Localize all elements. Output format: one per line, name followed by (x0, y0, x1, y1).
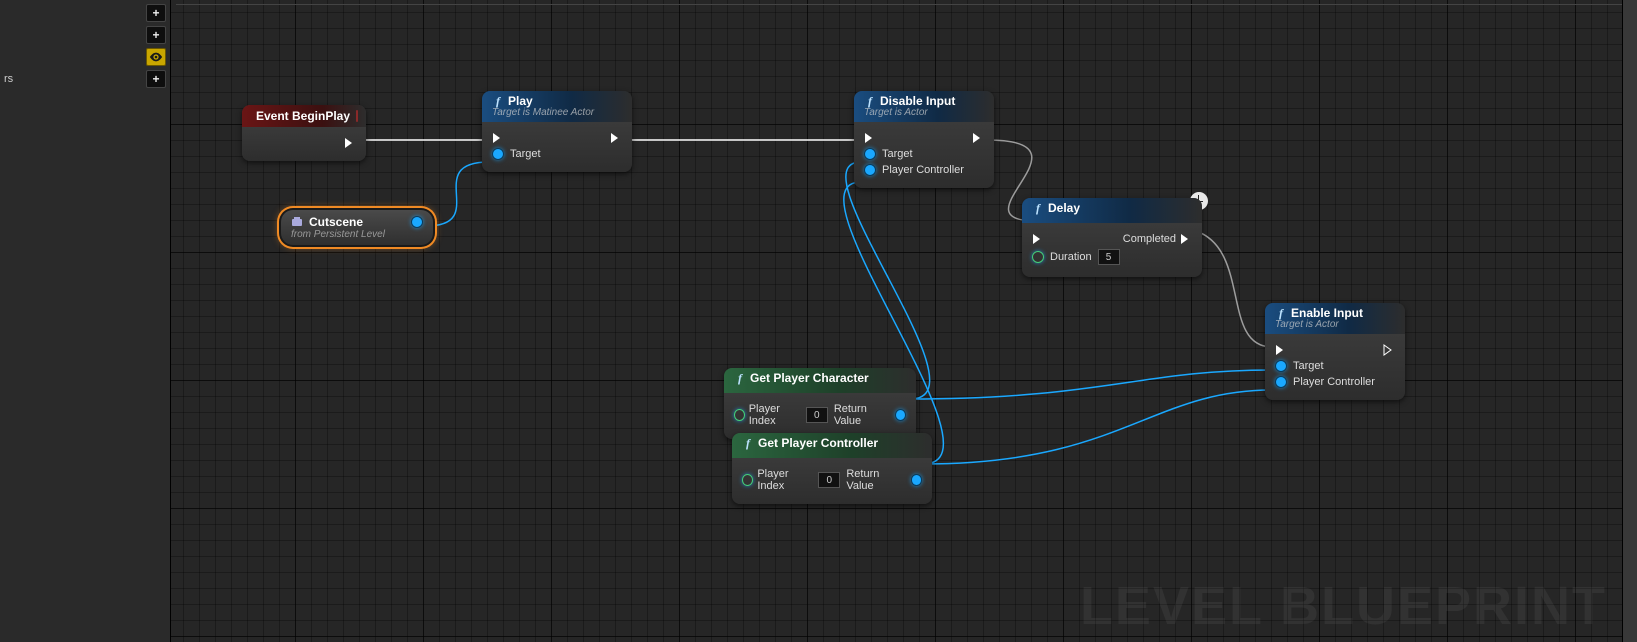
blueprint-graph-canvas[interactable]: Event BeginPlay Cutscene from Persistent… (171, 0, 1637, 642)
pin-label: Player Controller (882, 164, 964, 176)
playerindex-value-input[interactable]: 0 (806, 407, 828, 423)
node-subtitle: Target is Actor (1275, 319, 1395, 330)
playercontroller-in-pin[interactable] (864, 164, 876, 176)
node-subtitle: Target is Matinee Actor (492, 107, 622, 118)
playerindex-in-pin[interactable] (734, 409, 745, 421)
node-title: Event BeginPlay (256, 109, 350, 123)
outliner-sidebar: + + rs + (0, 0, 171, 642)
target-in-pin[interactable] (1275, 360, 1287, 372)
node-event-beginplay[interactable]: Event BeginPlay (242, 105, 366, 161)
node-title: Get Player Controller (758, 436, 878, 450)
pin-label: Target (1293, 360, 1324, 372)
node-get-player-controller[interactable]: f Get Player Controller Player Index 0 Re… (732, 433, 932, 504)
function-icon: f (492, 96, 504, 108)
exec-in-pin[interactable] (1032, 233, 1044, 245)
add-button[interactable]: + (146, 4, 166, 22)
exec-in-pin[interactable] (1275, 344, 1287, 356)
pin-label: Return Value (834, 403, 891, 427)
pin-label: Player Index (749, 403, 802, 427)
pin-label: Duration (1050, 251, 1092, 263)
function-icon: f (734, 373, 746, 385)
exec-in-pin[interactable] (864, 132, 876, 144)
playercontroller-in-pin[interactable] (1275, 376, 1287, 388)
pin-label: Completed (1123, 233, 1176, 245)
duration-in-pin[interactable] (1032, 251, 1044, 263)
target-in-pin[interactable] (492, 148, 504, 160)
node-title: Delay (1048, 201, 1080, 215)
right-gutter (1623, 0, 1637, 642)
add-button[interactable]: + (146, 70, 166, 88)
node-title: Get Player Character (750, 371, 869, 385)
playerindex-in-pin[interactable] (742, 474, 753, 486)
playerindex-value-input[interactable]: 0 (818, 472, 840, 488)
visibility-toggle[interactable] (146, 48, 166, 66)
node-get-player-character[interactable]: f Get Player Character Player Index 0 Ret… (724, 368, 916, 439)
pin-label: Target (510, 148, 541, 160)
function-icon: f (742, 438, 754, 450)
delegate-pin[interactable] (356, 110, 358, 122)
add-button[interactable]: + (146, 26, 166, 44)
matinee-icon (291, 216, 303, 228)
exec-out-pin[interactable] (1180, 233, 1192, 245)
pin-label: Return Value (846, 468, 906, 492)
pin-label: Player Index (757, 468, 814, 492)
function-icon: f (864, 96, 876, 108)
variable-name: Cutscene (309, 215, 363, 229)
exec-out-pin[interactable] (972, 132, 984, 144)
node-title: Enable Input (1291, 306, 1363, 320)
node-variable-cutscene[interactable]: Cutscene from Persistent Level (279, 208, 435, 247)
exec-out-pin[interactable] (1383, 344, 1395, 356)
function-icon: f (1275, 308, 1287, 320)
canvas-top-border (176, 4, 1632, 5)
data-out-pin[interactable] (411, 216, 423, 228)
node-disable-input[interactable]: f Disable Input Target is Actor Target Pl… (854, 91, 994, 188)
target-in-pin[interactable] (864, 148, 876, 160)
returnvalue-out-pin[interactable] (895, 409, 906, 421)
node-subtitle: Target is Actor (864, 107, 984, 118)
node-title: Play (508, 94, 533, 108)
node-delay[interactable]: f Delay Completed Duration 5 (1022, 198, 1202, 277)
exec-in-pin[interactable] (492, 132, 504, 144)
pin-label: Target (882, 148, 913, 160)
graph-watermark: LEVEL BLUEPRINT (1080, 575, 1607, 637)
node-enable-input[interactable]: f Enable Input Target is Actor Target Pla… (1265, 303, 1405, 400)
node-title: Disable Input (880, 94, 955, 108)
sidebar-item-label: rs (4, 73, 13, 85)
returnvalue-out-pin[interactable] (911, 474, 923, 486)
duration-value-input[interactable]: 5 (1098, 249, 1120, 265)
function-icon: f (1032, 203, 1044, 215)
node-play[interactable]: f Play Target is Matinee Actor Target (482, 91, 632, 172)
exec-out-pin[interactable] (610, 132, 622, 144)
pin-label: Player Controller (1293, 376, 1375, 388)
variable-subtitle: from Persistent Level (291, 229, 423, 240)
exec-out-pin[interactable] (344, 137, 356, 149)
